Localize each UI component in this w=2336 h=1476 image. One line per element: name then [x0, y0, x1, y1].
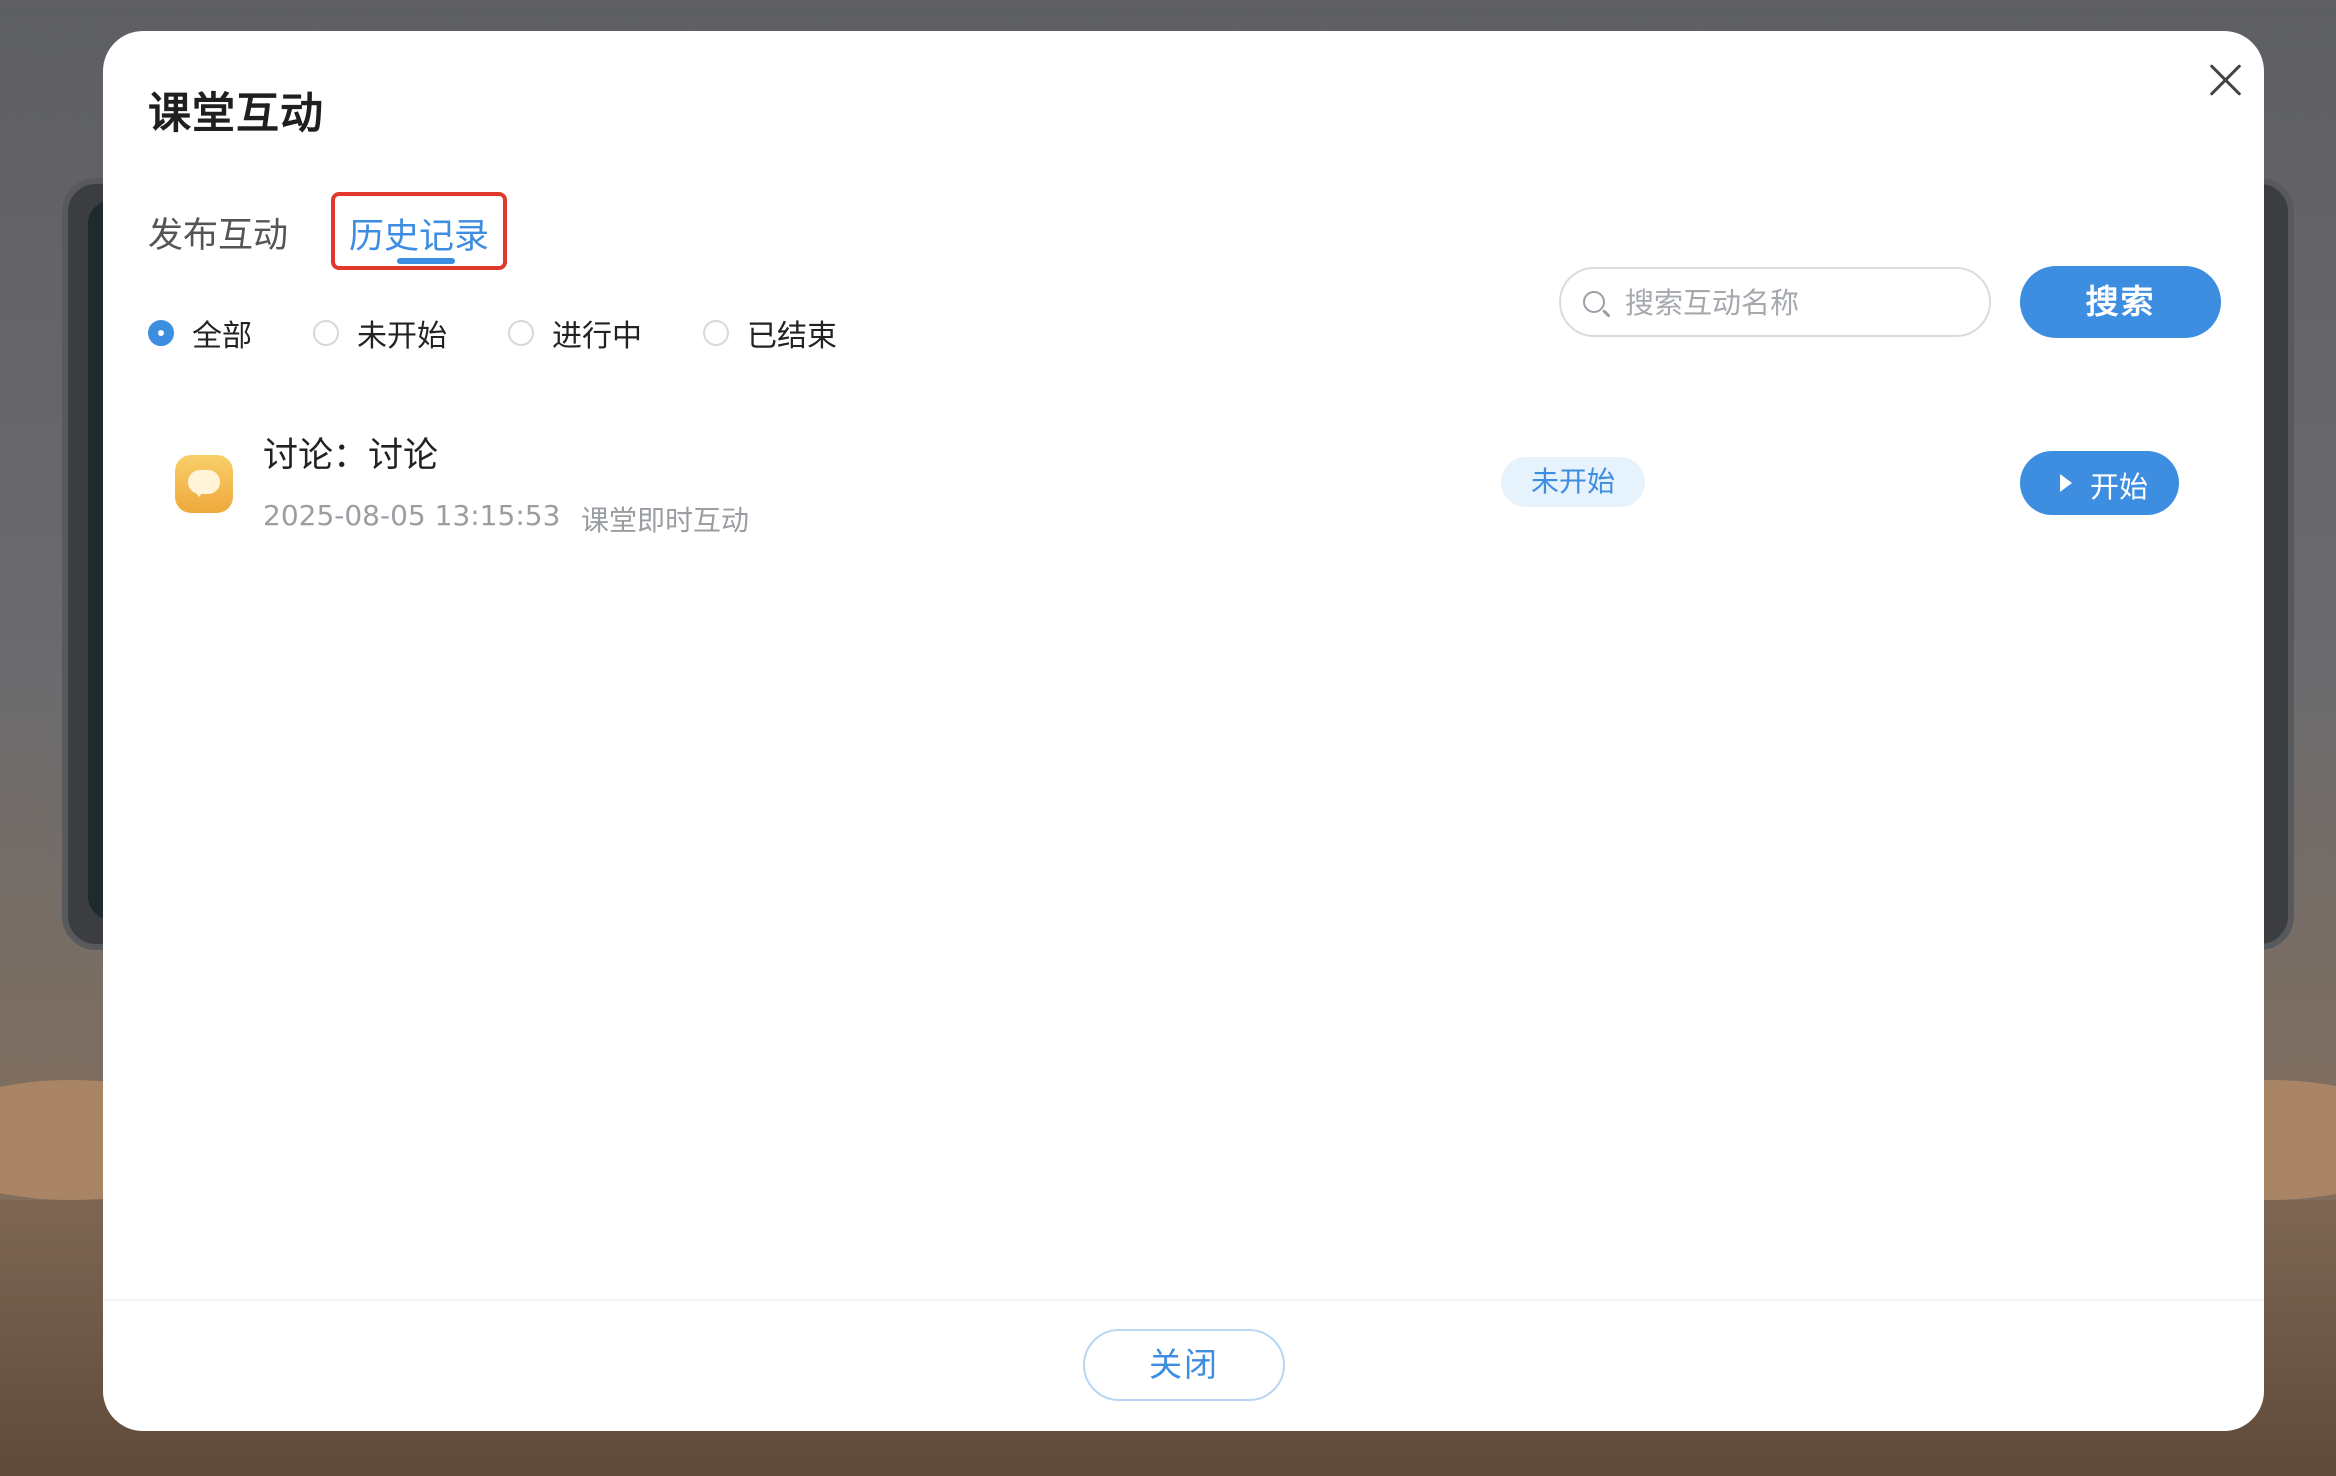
- list-item: 讨论：讨论 2025-08-05 13:15:53 课堂即时互动 未开始 开始: [103, 411, 2264, 551]
- active-tab-indicator: [397, 258, 455, 264]
- start-button-label: 开始: [2090, 470, 2149, 504]
- filter-in-progress-radio[interactable]: 进行中: [508, 311, 642, 355]
- filter-label: 全部: [192, 319, 252, 354]
- item-type: 课堂即时互动: [581, 504, 750, 537]
- filter-label: 进行中: [552, 319, 642, 354]
- play-icon: [2060, 474, 2072, 492]
- start-button[interactable]: 开始: [2020, 451, 2179, 515]
- chat-bubble-icon: [188, 470, 220, 497]
- search-button[interactable]: 搜索: [2020, 266, 2221, 338]
- filter-not-started-radio[interactable]: 未开始: [313, 311, 447, 355]
- tab-history[interactable]: 历史记录: [331, 192, 507, 270]
- item-timestamp: 2025-08-05 13:15:53: [263, 499, 561, 532]
- radio-unchecked-icon: [313, 320, 339, 346]
- tab-history-label: 历史记录: [348, 217, 489, 257]
- filter-ended-radio[interactable]: 已结束: [703, 311, 837, 355]
- filter-all-radio[interactable]: 全部: [148, 311, 252, 355]
- status-badge: 未开始: [1501, 457, 1645, 507]
- search-input[interactable]: [1623, 277, 1977, 329]
- search-icon: [1583, 291, 1605, 313]
- radio-checked-icon: [148, 320, 174, 346]
- interaction-dialog: 课堂互动 发布互动 历史记录 全部 未开始 进行中 已结束 搜索互动名称 搜索 …: [103, 31, 2264, 1431]
- close-button[interactable]: 关闭: [1083, 1329, 1285, 1401]
- filter-label: 未开始: [357, 319, 447, 354]
- dialog-footer: 关闭: [103, 1299, 2264, 1431]
- radio-unchecked-icon: [703, 320, 729, 346]
- radio-unchecked-icon: [508, 320, 534, 346]
- tab-publish[interactable]: 发布互动: [148, 207, 288, 258]
- search-box: [1559, 267, 1991, 337]
- close-icon[interactable]: [2203, 57, 2249, 103]
- item-title: 讨论：讨论: [263, 436, 439, 476]
- discussion-icon: [175, 455, 233, 513]
- dialog-title: 课堂互动: [148, 89, 324, 139]
- filter-label: 已结束: [747, 319, 837, 354]
